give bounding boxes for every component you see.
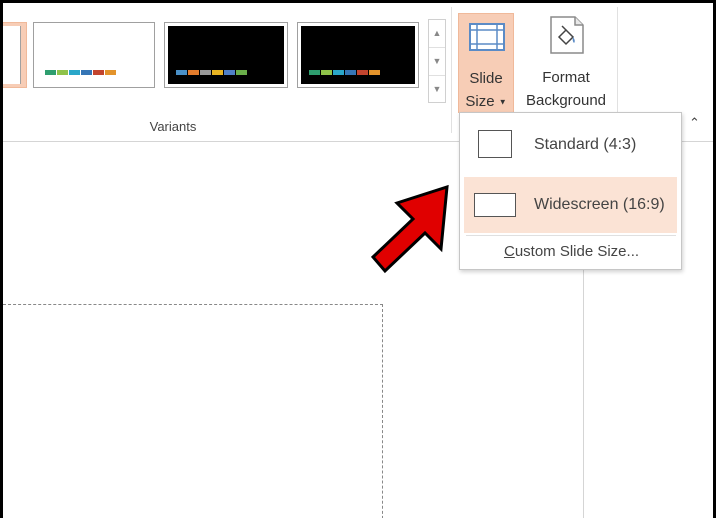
dropdown-item-label: Standard (4:3)	[534, 136, 637, 153]
powerpoint-window: ▲ ▼ ▼ Variants Slide Size ▼ Format Backg…	[0, 0, 716, 518]
variant-color-swatches	[309, 70, 381, 75]
slide-size-button[interactable]: Slide Size ▼	[458, 13, 514, 113]
custom-label-rest: ustom Slide Size...	[514, 243, 640, 260]
dropdown-item-label: Widescreen (16:9)	[534, 196, 665, 213]
variant-color-swatches	[176, 70, 248, 75]
slide-size-label-line1: Slide	[469, 70, 503, 87]
red-arrow-icon	[370, 184, 449, 274]
variants-group-label: Variants	[149, 119, 197, 134]
gallery-scroll-up-icon[interactable]: ▲	[429, 20, 445, 48]
gallery-scroll-down-icon[interactable]: ▼	[429, 48, 445, 76]
custom-accel-key: C	[503, 243, 515, 260]
standard-ratio-icon	[478, 130, 512, 158]
chevron-down-icon: ▼	[498, 97, 507, 107]
format-background-button[interactable]: Format Background	[518, 13, 614, 113]
variant-preview	[168, 26, 284, 84]
slide-size-icon	[469, 23, 505, 51]
format-background-label-line1: Format	[542, 69, 590, 86]
format-background-label-line2: Background	[525, 92, 607, 109]
widescreen-ratio-icon	[474, 193, 516, 217]
variant-thumbnail-1[interactable]	[33, 22, 155, 88]
variant-preview	[37, 26, 151, 84]
gallery-more-icon[interactable]: ▼	[429, 76, 445, 103]
dropdown-item-widescreen[interactable]: Widescreen (16:9)	[464, 177, 677, 233]
variant-preview	[301, 26, 415, 84]
variant-thumbnail-2[interactable]	[164, 22, 288, 88]
variant-color-swatches	[45, 70, 117, 75]
slide-size-dropdown: Standard (4:3) Widescreen (16:9) Custom …	[459, 112, 682, 270]
slide-size-label-line2: Size ▼	[459, 93, 513, 110]
chevron-up-icon[interactable]: ⌃	[689, 115, 700, 131]
dropdown-item-custom-slide-size[interactable]: Custom Slide Size...	[460, 243, 683, 260]
variant-thumbnail-partial[interactable]	[3, 22, 27, 88]
slide-size-text: Size	[465, 93, 495, 110]
variant-thumbnail-3[interactable]	[297, 22, 419, 88]
format-background-icon	[550, 16, 584, 54]
dropdown-item-standard[interactable]: Standard (4:3)	[464, 117, 677, 173]
variants-gallery-scroller: ▲ ▼ ▼	[428, 19, 446, 103]
group-separator	[451, 7, 452, 133]
slide-placeholder-border	[3, 304, 383, 518]
dropdown-divider	[466, 235, 676, 236]
